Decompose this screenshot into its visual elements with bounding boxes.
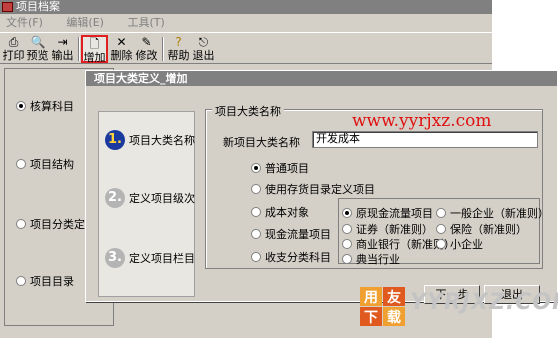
step-3: 3. 定义项目栏目 [105, 248, 195, 268]
app-icon [2, 2, 13, 12]
step-2: 2. 定义项目级次 [105, 188, 195, 208]
radio-small-enterprise[interactable]: 小企业 [436, 236, 483, 252]
site-logo-icon: 用 友 下 载 [360, 287, 405, 326]
radio-dot [342, 254, 352, 264]
printer-icon: ⎙ [8, 35, 19, 49]
radio-cost-object[interactable]: 成本对象 [251, 204, 309, 220]
dialog-title: 项目大类定义_增加 [86, 71, 557, 86]
radio-dot [16, 101, 26, 111]
logo-glyph-2: 友 [387, 289, 401, 306]
toolbar-separator [78, 37, 80, 61]
toolbar: ⎙ 打印 🔍 预览 ⇥ 输出 🗋 增加 ✕ 删除 ✎ 修改 ? 帮助 ⎋ 退出 [0, 32, 492, 64]
radio-dot [251, 163, 261, 173]
export-icon: ⇥ [57, 35, 68, 49]
help-icon: ? [175, 35, 182, 49]
radio-dot [436, 239, 446, 249]
step-1-label: 项目大类名称 [129, 134, 195, 147]
radio-project-category[interactable]: 项目分类定义 [16, 216, 96, 232]
logo-glyph-1: 用 [364, 290, 378, 306]
menu-bar: 文件(F) 编辑(E) 工具(T) [0, 14, 492, 31]
step-3-label: 定义项目栏目 [129, 252, 195, 265]
radio-pawn-industry[interactable]: 典当行业 [342, 251, 400, 267]
new-category-name-input[interactable]: 开发成本 [312, 131, 538, 148]
preview-button[interactable]: 🔍 预览 [26, 35, 49, 63]
radio-dot [251, 252, 261, 262]
radio-dot [436, 224, 446, 234]
exit-button[interactable]: ⎋ 退出 [192, 35, 215, 63]
radio-project-directory[interactable]: 项目目录 [16, 273, 74, 289]
print-button[interactable]: ⎙ 打印 [2, 35, 25, 63]
help-button[interactable]: ? 帮助 [167, 35, 190, 63]
radio-project-structure[interactable]: 项目结构 [16, 156, 74, 172]
toolbar-separator [162, 37, 164, 61]
radio-normal-project[interactable]: 普通项目 [251, 160, 309, 176]
group-title: 项目大类名称 [212, 103, 284, 119]
logo-glyph-3: 下 [364, 310, 378, 326]
radio-cashflow-project[interactable]: 现金流量项目 [251, 226, 331, 242]
radio-dot [342, 208, 352, 218]
delete-button[interactable]: ✕ 删除 [110, 35, 133, 63]
radio-accounting-subject[interactable]: 核算科目 [16, 98, 74, 114]
radio-dot [16, 159, 26, 169]
add-icon: 🗋 [89, 37, 100, 51]
radio-dot [342, 224, 352, 234]
window-titlebar: 项目档案 [0, 0, 492, 14]
menu-tools[interactable]: 工具(T) [127, 14, 164, 31]
radio-dot [251, 229, 261, 239]
preview-icon: 🔍 [30, 35, 46, 49]
step-1-number: 1. [105, 130, 125, 150]
radio-original-cashflow[interactable]: 原现金流量项目 [342, 205, 433, 221]
radio-securities[interactable]: 证券（新准则） [342, 221, 433, 237]
step-3-number: 3. [105, 248, 125, 268]
new-category-name-label: 新项目大类名称 [223, 136, 300, 149]
radio-insurance[interactable]: 保险（新准则） [436, 221, 527, 237]
project-category-dialog: 项目大类定义_增加 1. 项目大类名称 2. 定义项目级次 3. 定义项目栏目 … [85, 70, 558, 304]
radio-dot [251, 184, 261, 194]
watermark-logo-text: YYRJXZ.COM [410, 290, 558, 315]
radio-general-enterprise[interactable]: 一般企业（新准则） [436, 205, 549, 221]
edit-icon: ✎ [141, 35, 152, 49]
radio-inventory-project[interactable]: 使用存货目录定义项目 [251, 181, 375, 197]
radio-dot [16, 219, 26, 229]
radio-dot [251, 207, 261, 217]
exit-icon: ⎋ [198, 35, 209, 49]
step-1: 1. 项目大类名称 [105, 130, 195, 150]
delete-icon: ✕ [116, 35, 127, 49]
radio-dot [16, 276, 26, 286]
window-title: 项目档案 [16, 0, 60, 13]
radio-dot [436, 208, 446, 218]
radio-dot [342, 239, 352, 249]
watermark-url: www.yyrjxz.com [352, 111, 492, 131]
add-button[interactable]: 🗋 增加 [81, 35, 108, 64]
menu-edit[interactable]: 编辑(E) [66, 14, 104, 31]
wizard-steps-panel: 1. 项目大类名称 2. 定义项目级次 3. 定义项目栏目 [98, 111, 195, 297]
step-2-number: 2. [105, 188, 125, 208]
logo-glyph-4: 载 [387, 309, 401, 326]
radio-revenue-expense[interactable]: 收支分类科目 [251, 249, 331, 265]
export-button[interactable]: ⇥ 输出 [51, 35, 74, 63]
step-2-label: 定义项目级次 [129, 192, 195, 205]
menu-file[interactable]: 文件(F) [6, 14, 43, 31]
edit-button[interactable]: ✎ 修改 [135, 35, 158, 63]
